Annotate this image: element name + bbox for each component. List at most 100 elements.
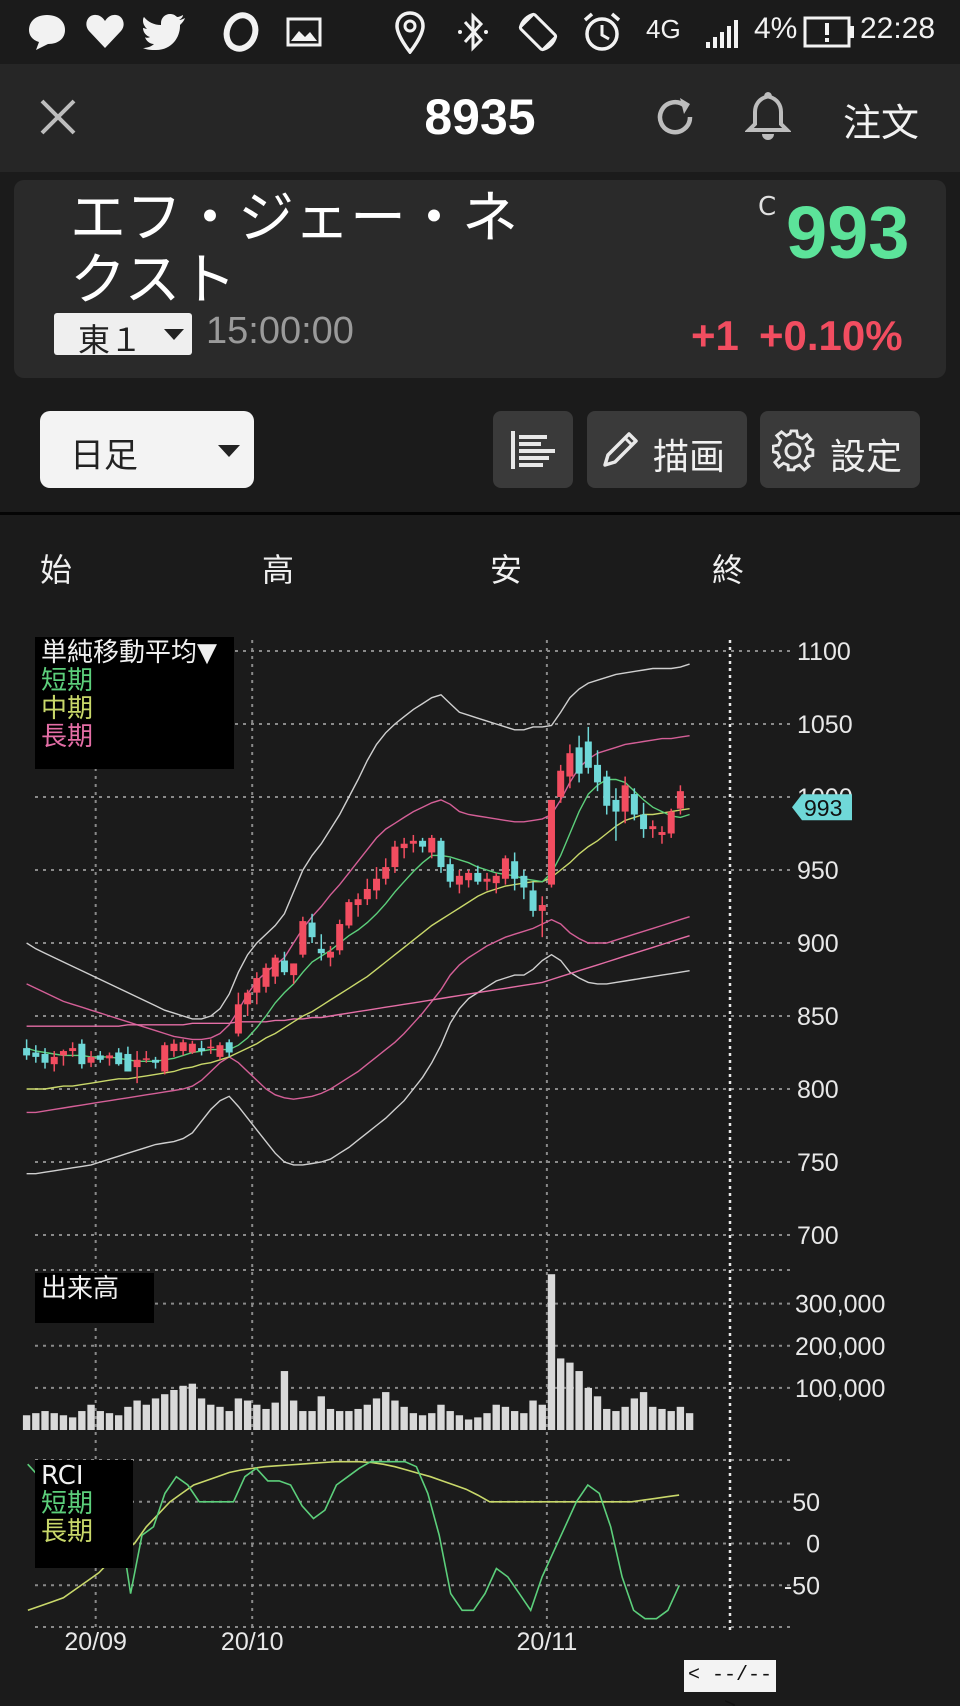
company-name: エフ・ジェー・ネ クスト xyxy=(70,188,550,312)
volume-bar xyxy=(22,1415,31,1430)
period-select[interactable]: 日足 xyxy=(40,411,254,488)
rci-tick-label: 50 xyxy=(792,1489,820,1517)
candle-body xyxy=(262,967,270,987)
current-price-tag-label: 993 xyxy=(804,795,842,821)
candle-body xyxy=(373,878,381,891)
volume-bar xyxy=(437,1404,445,1430)
volume-bar xyxy=(391,1400,399,1430)
volume-bar xyxy=(179,1385,187,1430)
candle-body xyxy=(96,1055,104,1060)
chat-bubble-icon xyxy=(29,15,65,50)
date-range-navigator[interactable]: < --/-- > xyxy=(684,1660,776,1706)
volume-legend: 出来高 xyxy=(35,1273,154,1323)
o-app-icon xyxy=(223,12,259,52)
settings-button[interactable]: 設定 xyxy=(760,411,920,488)
volume-bar xyxy=(584,1387,592,1430)
candle-body xyxy=(299,921,307,955)
volume-bar xyxy=(336,1411,344,1430)
heart-icon xyxy=(86,14,124,48)
candle-body xyxy=(529,890,537,911)
candle-body xyxy=(538,905,546,911)
candle-body xyxy=(105,1055,113,1059)
quote-card: エフ・ジェー・ネ クスト 東１ 15:00:00 C 993 +1 +0.10% xyxy=(14,180,946,378)
candle-body xyxy=(594,764,602,783)
volume-bar xyxy=(142,1404,150,1430)
sma-legend-title[interactable]: 単純移動平均▼ xyxy=(41,639,217,667)
volume-bar xyxy=(78,1411,86,1430)
volume-bar xyxy=(59,1415,68,1430)
volume-bar xyxy=(593,1396,602,1430)
candle-body xyxy=(400,843,408,849)
volume-bar xyxy=(216,1406,224,1430)
candle-body xyxy=(326,951,334,958)
quote-time: 15:00:00 xyxy=(206,310,354,352)
volume-bar xyxy=(474,1417,482,1430)
candle-body xyxy=(23,1048,31,1056)
candle-body xyxy=(271,957,279,977)
price-tick-label: 700 xyxy=(797,1222,839,1250)
volume-bar xyxy=(197,1398,206,1430)
candle-body xyxy=(667,811,675,834)
price-tick-label: 1050 xyxy=(797,711,853,739)
volume-bar xyxy=(243,1400,252,1430)
candle-body xyxy=(244,992,252,1005)
candle-body xyxy=(483,878,491,882)
sma-legend[interactable]: 単純移動平均▼ 短期 中期 長期 xyxy=(35,637,234,769)
volume-bar xyxy=(529,1400,537,1430)
candle-body xyxy=(345,902,353,926)
candle-body xyxy=(152,1059,160,1063)
candle-body xyxy=(225,1042,233,1053)
sma-legend-short: 短期 xyxy=(41,666,94,696)
volume-bar xyxy=(667,1411,675,1430)
price-tick-label: 900 xyxy=(797,930,839,958)
candle-body xyxy=(179,1042,187,1052)
indicator-list-button[interactable] xyxy=(493,411,573,488)
volume-bar xyxy=(115,1415,123,1430)
volume-bar xyxy=(428,1413,436,1430)
market-select[interactable]: 東１ xyxy=(54,313,192,359)
app-bar: 8935 注文 xyxy=(0,64,960,172)
date-tick-label: 20/11 xyxy=(517,1628,578,1656)
candle-body xyxy=(465,872,473,881)
volume-bar xyxy=(630,1398,639,1430)
price-tick-label: 800 xyxy=(797,1076,839,1104)
rci-tick-label: 0 xyxy=(806,1531,820,1559)
refresh-icon[interactable] xyxy=(652,94,698,140)
bell-icon[interactable] xyxy=(745,90,791,142)
volume-bar xyxy=(685,1413,694,1430)
volume-tick-label: 300,000 xyxy=(795,1291,885,1319)
signal-icon xyxy=(706,20,738,48)
candle-body xyxy=(234,1004,242,1034)
candle-body xyxy=(188,1043,196,1053)
clock: 22:28 xyxy=(860,12,936,45)
volume-bar xyxy=(188,1383,197,1430)
volume-bar xyxy=(161,1394,169,1430)
band-upper-inner xyxy=(26,735,690,1041)
candle-body xyxy=(124,1053,132,1072)
volume-bar xyxy=(409,1413,418,1430)
price-change: +1 xyxy=(691,312,739,359)
close-icon[interactable] xyxy=(38,97,78,137)
pencil-icon xyxy=(603,432,638,467)
volume-bar xyxy=(557,1358,565,1430)
candle-body xyxy=(253,978,261,993)
candle-body xyxy=(363,888,371,900)
candle-body xyxy=(78,1043,86,1065)
draw-label: 描画 xyxy=(653,437,726,478)
sma-long-line xyxy=(26,935,690,1027)
volume-bar xyxy=(501,1406,510,1430)
candle-body xyxy=(354,899,362,906)
market-label: 東１ xyxy=(78,321,143,359)
candle-body xyxy=(207,1046,215,1049)
candle-body xyxy=(511,861,519,879)
candle-body xyxy=(69,1048,77,1052)
volume-bar xyxy=(41,1411,49,1430)
candle-body xyxy=(115,1052,123,1065)
order-button[interactable]: 注文 xyxy=(843,92,919,147)
candle-body xyxy=(557,770,565,797)
rci-legend-short: 短期 xyxy=(41,1489,94,1519)
draw-button[interactable]: 描画 xyxy=(587,411,747,488)
volume-bar xyxy=(603,1408,611,1430)
candle-body xyxy=(59,1051,67,1056)
candle-body xyxy=(640,814,648,830)
